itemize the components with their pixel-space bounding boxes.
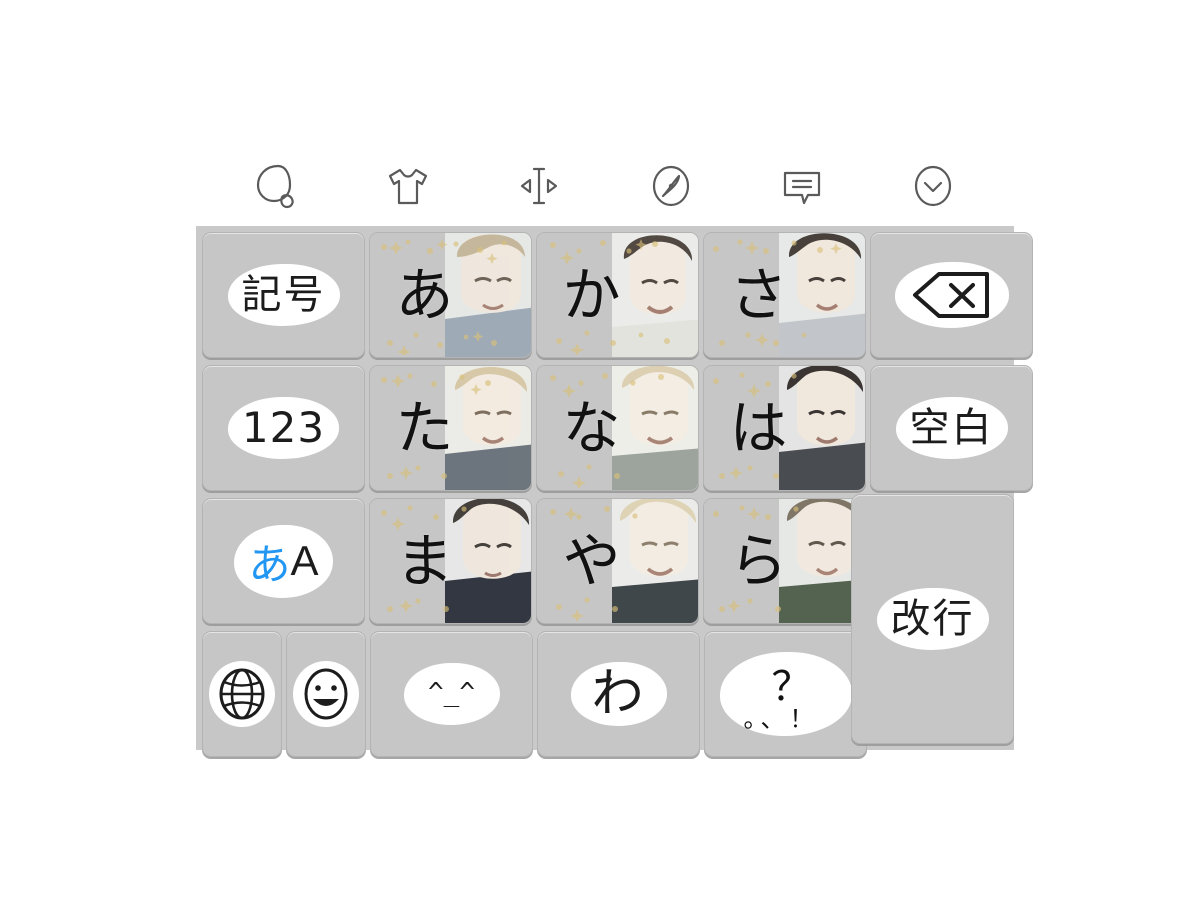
key-label: あ <box>395 261 454 329</box>
key-label: わ <box>591 664 646 724</box>
keyboard-row: 記号 あ か さ <box>202 232 1033 362</box>
globe-icon <box>219 668 265 720</box>
key-ta-row[interactable]: た <box>369 365 532 491</box>
backspace-icon <box>912 272 989 318</box>
key-label-kana: あ <box>248 540 291 588</box>
key-enter[interactable]: 改行 <box>851 494 1014 744</box>
keyboard-row: 123 た な は 空白 <box>202 365 1033 495</box>
speech-bubble-icon[interactable] <box>763 151 841 221</box>
sparkle-pattern <box>719 598 781 613</box>
key-label-blob <box>894 262 1009 328</box>
key-label-blob: 改行 <box>876 588 989 650</box>
search-icon[interactable] <box>238 151 316 221</box>
key-kaomoji[interactable]: ^_^ <box>370 631 533 757</box>
key-label: ま <box>395 527 454 595</box>
key-ha-row[interactable]: は <box>703 365 866 491</box>
key-label: か <box>562 261 621 329</box>
key-label: や <box>562 527 621 595</box>
key-ra-row[interactable]: ら <box>703 498 866 624</box>
key-label: 改行 <box>890 596 975 642</box>
key-label-blob: ^_^ <box>403 663 500 725</box>
key-label-blob <box>293 661 359 727</box>
sparkle-pattern <box>556 597 618 621</box>
sparkle-pattern <box>387 465 447 480</box>
key-label: さ <box>729 261 788 329</box>
key-label-blob: わ <box>570 662 667 726</box>
cursor-move-icon[interactable] <box>500 151 578 221</box>
key-symbol[interactable]: 記号 <box>202 232 365 358</box>
screen: 記号 あ か さ 123 た な は 空白 あ A ま や ら ^_^ わ ？ … <box>0 0 1200 900</box>
sparkle-pattern <box>387 598 449 613</box>
key-input-mode[interactable]: あA <box>202 498 365 624</box>
tshirt-icon[interactable] <box>369 151 447 221</box>
key-label: 記号 <box>241 272 326 318</box>
key-emoji[interactable] <box>286 631 366 757</box>
key-label-bottom: 。、！ <box>743 706 819 733</box>
key-backspace[interactable] <box>870 232 1033 358</box>
chevron-down-circle-icon[interactable] <box>894 151 972 221</box>
key-na-row[interactable]: な <box>536 365 699 491</box>
punctuation-glyphs: ？ 。、！ <box>734 658 838 733</box>
keyboard-panel: 記号 あ か さ 123 た な は 空白 あ A ま や ら ^_^ わ ？ … <box>196 226 1033 757</box>
key-label: 空白 <box>909 405 994 451</box>
key-label-blob: あA <box>234 524 333 598</box>
key-label: は <box>729 394 788 462</box>
key-ya-row[interactable]: や <box>536 498 699 624</box>
key-label: 123 <box>241 403 326 452</box>
sparkle-pattern <box>556 330 670 355</box>
key-space[interactable]: 空白 <box>870 365 1033 491</box>
key-label: ^_^ <box>428 678 475 709</box>
key-wa-row[interactable]: わ <box>537 631 700 757</box>
sparkle-pattern <box>387 331 497 355</box>
key-ka-row[interactable]: か <box>536 232 699 358</box>
smiley-icon <box>304 668 348 720</box>
key-label: ら <box>729 527 788 595</box>
key-label: な <box>562 394 621 462</box>
sparkle-pattern <box>719 332 807 347</box>
key-label-blob: 記号 <box>227 264 340 326</box>
sparkle-pattern <box>558 464 620 488</box>
key-label-blob: ？ 。、！ <box>719 652 852 736</box>
compass-icon[interactable] <box>632 151 710 221</box>
key-punctuation[interactable]: ？ 。、！ <box>704 631 867 757</box>
key-label-blob <box>209 661 275 727</box>
key-label-blob: 123 <box>227 397 340 459</box>
key-numbers[interactable]: 123 <box>202 365 365 491</box>
key-label-blob: 空白 <box>895 397 1008 459</box>
key-a-row[interactable]: あ <box>369 232 532 358</box>
key-sa-row[interactable]: さ <box>703 232 866 358</box>
key-label: た <box>395 394 454 462</box>
key-ma-row[interactable]: ま <box>369 498 532 624</box>
key-label-latin: A <box>290 537 319 584</box>
keyboard-toolbar <box>196 148 1014 224</box>
key-globe[interactable] <box>202 631 282 757</box>
sparkle-pattern <box>719 465 779 480</box>
